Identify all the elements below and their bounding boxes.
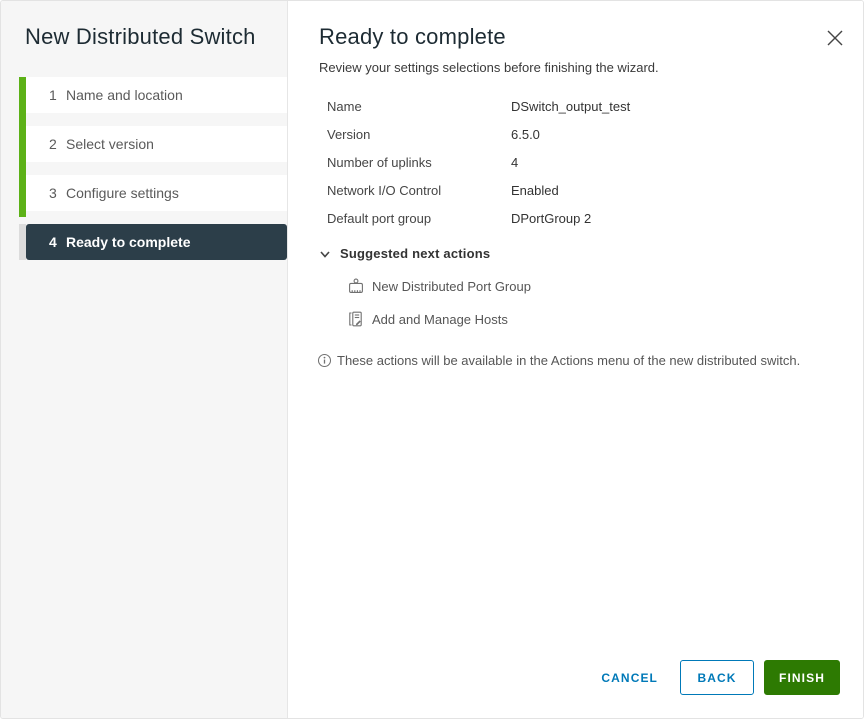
- setting-value: 6.5.0: [511, 126, 540, 142]
- settings-summary-table: Name DSwitch_output_test Version 6.5.0 N…: [327, 92, 823, 232]
- page-subtitle: Review your settings selections before f…: [319, 60, 659, 75]
- setting-label: Number of uplinks: [327, 154, 432, 170]
- info-note-text: These actions will be available in the A…: [337, 353, 801, 368]
- wizard-title: New Distributed Switch: [25, 24, 256, 49]
- finish-button[interactable]: FINISH: [764, 660, 840, 695]
- setting-value: DSwitch_output_test: [511, 98, 631, 114]
- step-name-and-location[interactable]: 1 Name and location: [26, 77, 287, 113]
- action-label: New Distributed Port Group: [372, 278, 531, 294]
- setting-label: Version: [327, 126, 371, 142]
- step-number: 3: [49, 185, 57, 201]
- action-add-and-manage-hosts[interactable]: Add and Manage Hosts: [348, 311, 823, 327]
- progress-track-completed: [19, 77, 26, 217]
- step-configure-settings[interactable]: 3 Configure settings: [26, 175, 287, 211]
- step-select-version[interactable]: 2 Select version: [26, 126, 287, 162]
- info-note: These actions will be available in the A…: [317, 351, 829, 374]
- setting-value: 4: [511, 154, 519, 170]
- port-group-icon: [348, 278, 364, 294]
- suggested-next-actions-title: Suggested next actions: [340, 246, 491, 261]
- step-label: Configure settings: [66, 185, 179, 201]
- setting-row-nioc: Network I/O Control Enabled: [327, 176, 823, 204]
- info-icon: [317, 353, 332, 374]
- setting-value: DPortGroup 2: [511, 210, 592, 226]
- back-button[interactable]: BACK: [680, 660, 754, 695]
- wizard-steps: 1 Name and location 2 Select version 3 C…: [19, 77, 287, 273]
- progress-track: [19, 77, 26, 260]
- page-title: Ready to complete: [319, 24, 506, 49]
- step-label: Select version: [66, 136, 154, 152]
- setting-label: Network I/O Control: [327, 182, 442, 198]
- setting-value: Enabled: [511, 182, 559, 198]
- setting-row-name: Name DSwitch_output_test: [327, 92, 823, 120]
- setting-label: Name: [327, 98, 362, 114]
- wizard-footer: CANCEL BACK FINISH: [587, 660, 840, 695]
- progress-track-remaining: [19, 224, 26, 260]
- step-ready-to-complete[interactable]: 4 Ready to complete: [26, 224, 287, 260]
- suggested-next-actions-toggle[interactable]: Suggested next actions: [319, 246, 823, 261]
- wizard-content-panel: Ready to complete Review your settings s…: [289, 1, 863, 718]
- close-icon[interactable]: [824, 27, 846, 49]
- hosts-edit-icon: [348, 311, 364, 327]
- step-number: 1: [49, 87, 57, 103]
- setting-row-default-port-group: Default port group DPortGroup 2: [327, 204, 823, 232]
- setting-row-uplinks: Number of uplinks 4: [327, 148, 823, 176]
- step-number: 4: [49, 234, 57, 250]
- new-distributed-switch-wizard: New Distributed Switch 1 Name and locati…: [0, 0, 864, 719]
- step-label: Name and location: [66, 87, 183, 103]
- wizard-sidebar: New Distributed Switch 1 Name and locati…: [1, 1, 288, 718]
- action-new-distributed-port-group[interactable]: New Distributed Port Group: [348, 278, 823, 294]
- chevron-down-icon: [319, 248, 331, 260]
- setting-label: Default port group: [327, 210, 432, 226]
- setting-row-version: Version 6.5.0: [327, 120, 823, 148]
- action-label: Add and Manage Hosts: [372, 311, 508, 327]
- step-number: 2: [49, 136, 57, 152]
- cancel-button[interactable]: CANCEL: [587, 661, 672, 695]
- step-label: Ready to complete: [66, 234, 191, 250]
- suggested-next-actions-section: Suggested next actions New Distributed P…: [319, 246, 823, 327]
